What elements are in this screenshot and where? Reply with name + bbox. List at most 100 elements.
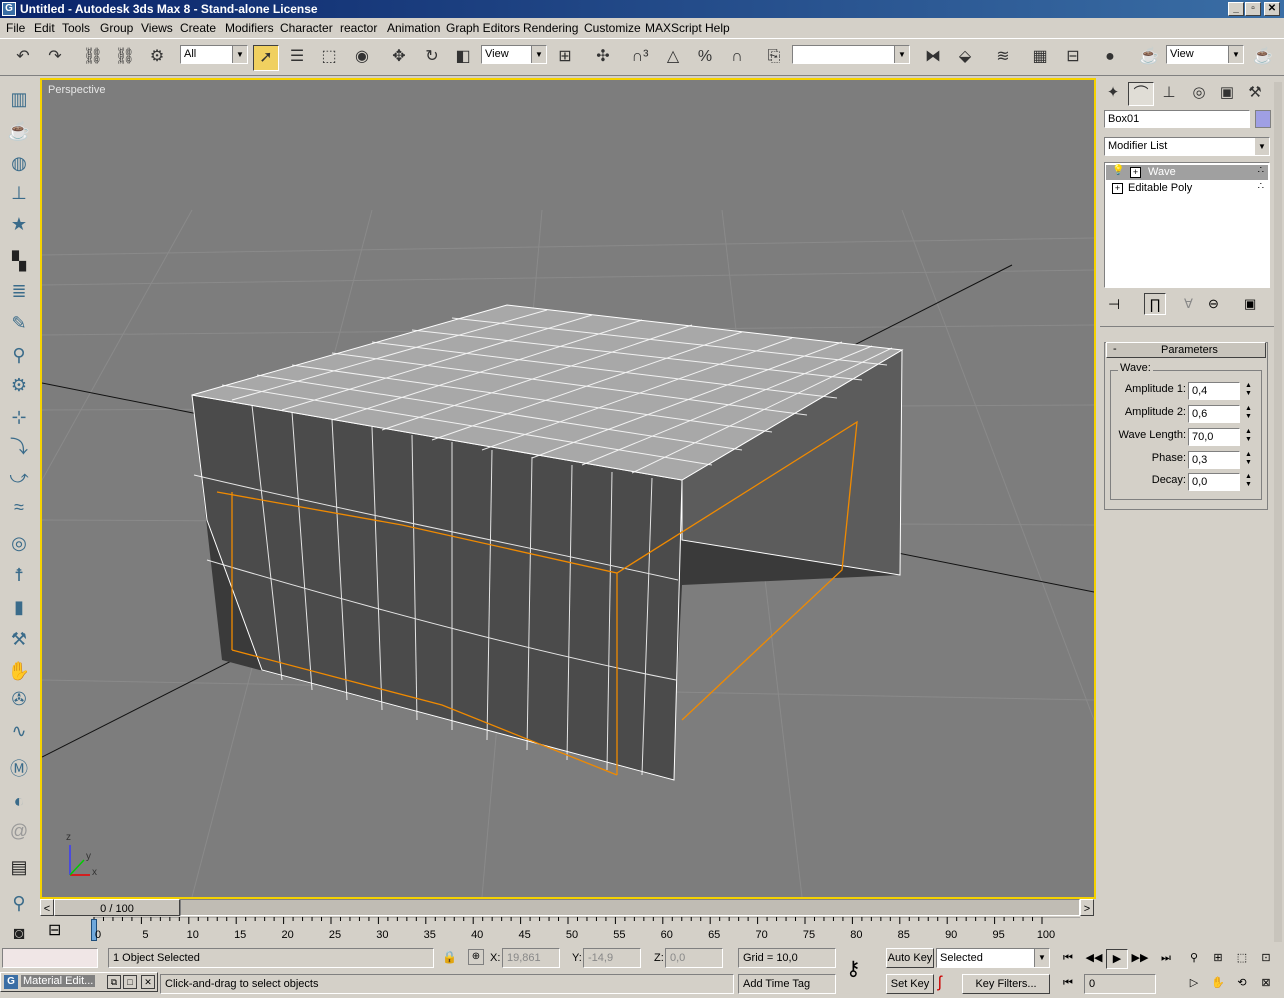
close-icon[interactable]: ✕ [141, 975, 155, 989]
next-frame-icon[interactable]: ▶▶ [1130, 949, 1150, 967]
render-scene-icon[interactable]: ☕ [1136, 45, 1162, 71]
quick-render-icon[interactable]: ☕ [1250, 45, 1276, 71]
wheel-icon[interactable]: ✇ [6, 686, 32, 712]
configure-sets-icon[interactable]: ▣ [1244, 296, 1256, 312]
named-selection-sets-dropdown[interactable]: ▼ [792, 45, 910, 64]
align-icon[interactable]: ⬙ [952, 45, 978, 71]
show-end-result-icon[interactable]: ∏ [1144, 293, 1166, 315]
hierarchy-tab-icon[interactable]: ⊥ [1156, 82, 1182, 106]
time-slider-track[interactable] [180, 899, 1080, 916]
arc-rotate-icon[interactable]: ⟲ [1232, 974, 1252, 992]
key-curve-icon[interactable]: ʃ [938, 974, 942, 992]
play-icon[interactable]: ▶ [1106, 949, 1128, 969]
biped-icon[interactable]: ☨ [6, 562, 32, 588]
material-editor-taskbar-button[interactable]: G Material Edit... ⧉ □ ✕ [0, 972, 158, 992]
globe-icon[interactable]: ◐ [6, 788, 32, 814]
material-editor-icon[interactable]: ● [1097, 45, 1123, 71]
expand-icon[interactable]: + [1112, 183, 1123, 194]
list-view-icon[interactable]: ▤ [6, 854, 32, 880]
remove-modifier-icon[interactable]: ⊖ [1208, 296, 1219, 312]
menu-tools[interactable]: Tools [62, 21, 90, 35]
restore-button[interactable]: ▫ [1245, 2, 1261, 16]
time-slider-thumb[interactable]: 0 / 100 [54, 899, 180, 916]
menu-create[interactable]: Create [180, 21, 216, 35]
time-next-button[interactable]: > [1080, 899, 1094, 916]
reference-coordinate-dropdown[interactable]: View ▼ [481, 45, 547, 64]
ring-icon[interactable]: ◎ [6, 530, 32, 556]
menu-file[interactable]: File [6, 21, 25, 35]
bend-modifier-icon[interactable]: ⤵ [6, 434, 32, 460]
undo-icon[interactable]: ↶ [10, 45, 36, 71]
modify-tab-icon[interactable]: ⌒ [1128, 82, 1154, 106]
pin-stack-icon[interactable]: ⊣ [1108, 296, 1120, 313]
menu-reactor[interactable]: reactor [340, 21, 377, 35]
menu-customize[interactable]: Customize [584, 21, 641, 35]
key-filters-button[interactable]: Key Filters... [962, 974, 1050, 994]
key-mode-toggle-icon[interactable]: ⏮ [1058, 974, 1078, 992]
zoom-extents-all-icon[interactable]: ⊡ [1256, 949, 1276, 967]
brush-icon[interactable]: ✎ [6, 310, 32, 336]
pivot-center-icon[interactable]: ⊞ [552, 45, 578, 71]
restore-icon[interactable]: ⧉ [107, 975, 121, 989]
track-bar[interactable]: 0 5 10 15 20 25 30 35 40 45 50 55 60 65 70 75 80 85 90 95 10… [40, 917, 1096, 945]
scale-icon[interactable]: ◧ [450, 45, 476, 71]
previous-frame-icon[interactable]: ◀◀ [1084, 949, 1104, 967]
x-coordinate-field[interactable]: 19,861 [502, 948, 560, 968]
menu-animation[interactable]: Animation [387, 21, 440, 35]
amplitude2-spinner[interactable]: ▲ ▼ [1242, 405, 1255, 423]
rotate-icon[interactable]: ↻ [419, 45, 445, 71]
unlink-selection-icon[interactable]: ⛓ [112, 45, 138, 71]
amplitude2-field[interactable]: 0,6 [1188, 405, 1240, 423]
redo-icon[interactable]: ↷ [42, 45, 68, 71]
menu-views[interactable]: Views [141, 21, 173, 35]
camera-icon[interactable]: ◙ [6, 920, 32, 946]
stack-item-editable-poly[interactable]: + Editable Poly ∴ [1106, 181, 1268, 196]
zoom-icon[interactable]: ⚲ [1184, 949, 1204, 967]
twist-modifier-icon[interactable]: ⤻ [6, 464, 32, 490]
menu-edit[interactable]: Edit [34, 21, 55, 35]
go-to-start-icon[interactable]: ⏮ [1058, 949, 1078, 967]
selection-filter-dropdown[interactable]: All ▼ [180, 45, 248, 64]
hand-pan-icon[interactable]: ✋ [1208, 974, 1228, 992]
object-name-field[interactable]: Box01 [1104, 110, 1250, 128]
spline-icon[interactable]: ∿ [6, 718, 32, 744]
modifier-list-dropdown[interactable]: Modifier List ▼ [1104, 137, 1270, 156]
select-object-icon[interactable]: ➚ [253, 45, 279, 71]
menu-maxscript[interactable]: MAXScript [645, 21, 702, 35]
set-key-button[interactable]: Set Key [886, 974, 934, 994]
time-slider[interactable]: < 0 / 100 > [40, 899, 1096, 917]
rollout-header-parameters[interactable]: - Parameters [1106, 342, 1266, 358]
snaps-toggle-icon[interactable]: ∩³ [627, 45, 653, 71]
ik-chain-icon[interactable]: ⚒ [6, 626, 32, 652]
bind-to-space-warp-icon[interactable]: ⚙ [144, 45, 170, 71]
stack-item-wave[interactable]: 💡 + Wave ∴ [1106, 165, 1268, 180]
menu-character[interactable]: Character [280, 21, 333, 35]
current-frame-field[interactable]: 0 [1084, 974, 1156, 994]
decay-spinner[interactable]: ▲ ▼ [1242, 473, 1255, 491]
app-icon[interactable]: G [2, 2, 16, 16]
add-time-tag-field[interactable]: Add Time Tag [738, 974, 836, 994]
z-coordinate-field[interactable]: 0,0 [665, 948, 723, 968]
absolute-mode-icon[interactable]: ⊕ [468, 949, 484, 965]
y-coordinate-field[interactable]: -14,9 [583, 948, 641, 968]
manipulate-icon[interactable]: ✣ [590, 45, 616, 71]
make-unique-icon[interactable]: ∀ [1184, 296, 1193, 312]
render-view-dropdown[interactable]: View ▼ [1166, 45, 1244, 64]
lightbulb-icon[interactable]: 💡 [1112, 165, 1124, 176]
box-object-icon[interactable]: ▥ [6, 86, 32, 112]
decay-field[interactable]: 0,0 [1188, 473, 1240, 491]
percent-snap-icon[interactable]: % [692, 45, 718, 71]
go-to-end-icon[interactable]: ⏭ [1156, 949, 1176, 967]
move-icon[interactable]: ✥ [386, 45, 412, 71]
amplitude1-field[interactable]: 0,4 [1188, 382, 1240, 400]
bone-icon[interactable]: ▮ [6, 594, 32, 620]
plane-icon[interactable]: ⊥ [6, 180, 32, 206]
menu-rendering[interactable]: Rendering [523, 21, 578, 35]
menu-modifiers[interactable]: Modifiers [225, 21, 274, 35]
menu-help[interactable]: Help [705, 21, 730, 35]
minimize-button[interactable]: _ [1228, 2, 1244, 16]
teapot-icon[interactable]: ☕ [6, 118, 32, 144]
angle-snap-icon[interactable]: △ [660, 45, 686, 71]
select-by-name-icon[interactable]: ☰ [284, 45, 310, 71]
perspective-viewport[interactable]: Perspective z y x [40, 78, 1096, 899]
